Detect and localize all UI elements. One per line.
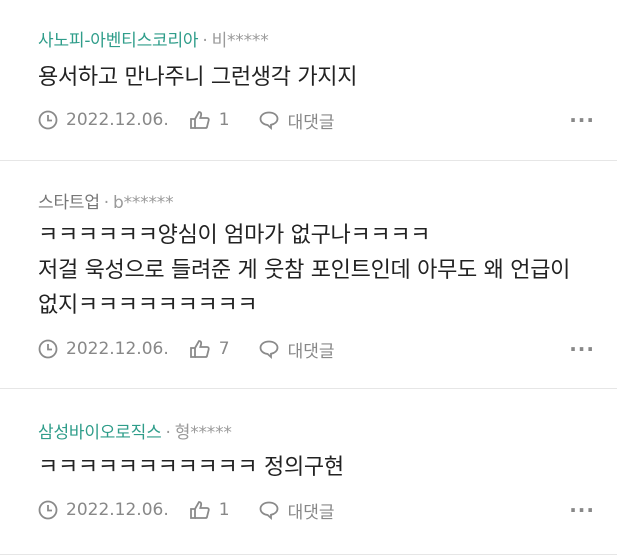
date-item: 2022.12.06. (38, 110, 169, 130)
like-count: 1 (218, 500, 230, 520)
like-button[interactable]: 1 (189, 110, 230, 130)
like-button[interactable]: 1 (189, 500, 230, 520)
comment-header: 사노피-아벤티스코리아 · 비***** (38, 26, 269, 51)
clock-icon (38, 339, 58, 359)
comment-date: 2022.12.06. (66, 110, 169, 130)
speech-bubble-icon (258, 500, 280, 520)
reply-label: 대댓글 (287, 341, 335, 362)
reply-label: 대댓글 (287, 112, 335, 133)
comment-line: 없지ㅋㅋㅋㅋㅋㅋㅋㅋㅋ (38, 293, 258, 318)
comment-item: 삼성바이오로직스 · 형***** ㅋㅋㅋㅋㅋㅋㅋㅋㅋㅋㅋ 정의구현 2022.12… (0, 389, 617, 555)
comment-text: ㅋㅋㅋㅋㅋㅋㅋㅋㅋㅋㅋ 정의구현 (38, 450, 344, 485)
company-name[interactable]: 삼성바이오로직스 (38, 423, 162, 443)
comment-footer: 2022.12.06. 1 대댓글 ··· (38, 495, 595, 525)
comment-date: 2022.12.06. (66, 500, 169, 520)
thumbs-up-icon (189, 110, 211, 130)
more-dots-icon[interactable]: ··· (569, 495, 595, 525)
date-item: 2022.12.06. (38, 500, 169, 520)
clock-icon (38, 500, 58, 520)
company-name[interactable]: 사노피-아벤티스코리아 (38, 31, 199, 51)
speech-bubble-icon (258, 339, 280, 359)
comment-footer: 2022.12.06. 1 대댓글 ··· (38, 105, 595, 135)
more-dots-icon[interactable]: ··· (569, 334, 595, 364)
separator: · (202, 31, 208, 51)
reply-button[interactable]: 대댓글 (258, 337, 335, 362)
thumbs-up-icon (189, 500, 211, 520)
user-name: 형***** (174, 423, 232, 443)
comment-item: 사노피-아벤티스코리아 · 비***** 용서하고 만나주니 그런생각 가지지 20… (0, 0, 617, 161)
more-dots-icon[interactable]: ··· (569, 105, 595, 135)
like-count: 1 (218, 110, 230, 130)
comment-line: 저걸 욱성으로 들려준 게 웃참 포인트인데 아무도 왜 언급이 (38, 258, 571, 283)
like-count: 7 (218, 339, 230, 359)
speech-bubble-icon (258, 110, 280, 130)
clock-icon (38, 110, 58, 130)
comment-item: 스타트업 · b****** ㅋㅋㅋㅋㅋㅋ양심이 엄마가 없구나ㅋㅋㅋㅋ 저걸 욱성… (0, 161, 617, 389)
comment-text: ㅋㅋㅋㅋㅋㅋ양심이 엄마가 없구나ㅋㅋㅋㅋ 저걸 욱성으로 들려준 게 웃참 포… (38, 218, 570, 323)
company-name[interactable]: 스타트업 (38, 193, 100, 213)
comment-line: ㅋㅋㅋㅋㅋㅋ양심이 엄마가 없구나ㅋㅋㅋㅋ (38, 223, 431, 248)
comment-date: 2022.12.06. (66, 339, 169, 359)
date-item: 2022.12.06. (38, 339, 169, 359)
like-button[interactable]: 7 (189, 339, 230, 359)
comment-text: 용서하고 만나주니 그런생각 가지지 (38, 60, 357, 95)
reply-button[interactable]: 대댓글 (258, 498, 335, 523)
comment-header: 스타트업 · b****** (38, 188, 174, 213)
user-name: b****** (112, 193, 174, 213)
thumbs-up-icon (189, 339, 211, 359)
reply-button[interactable]: 대댓글 (258, 108, 335, 133)
comment-line: ㅋㅋㅋㅋㅋㅋㅋㅋㅋㅋㅋ 정의구현 (38, 455, 344, 480)
comment-line: 용서하고 만나주니 그런생각 가지지 (38, 65, 358, 90)
separator: · (165, 423, 171, 443)
comment-footer: 2022.12.06. 7 대댓글 ··· (38, 334, 595, 364)
separator: · (103, 193, 109, 213)
reply-label: 대댓글 (287, 502, 335, 523)
comment-header: 삼성바이오로직스 · 형***** (38, 418, 232, 443)
user-name: 비***** (211, 31, 269, 51)
